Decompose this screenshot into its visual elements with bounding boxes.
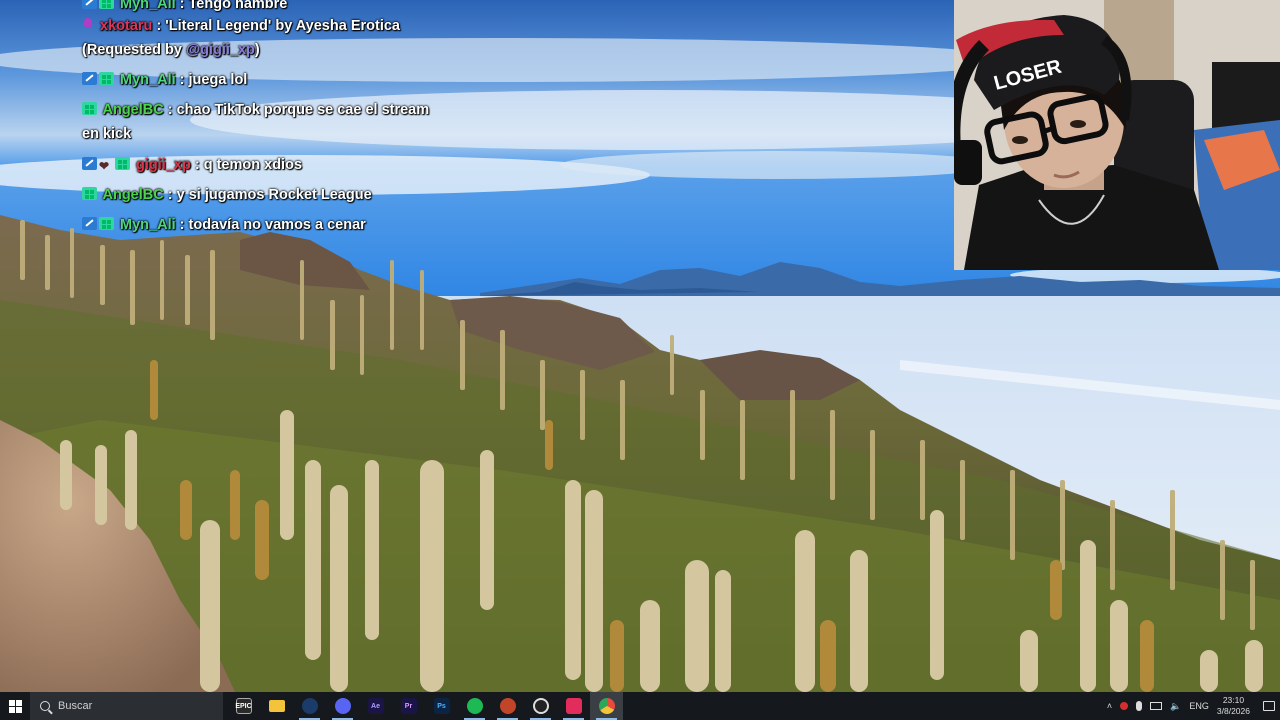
chat-username: AngelBC xyxy=(102,187,164,203)
chat-username: Myn_Ali xyxy=(120,0,176,12)
system-tray: ˄ 🔈 ENG 23:10 3/8/2026 xyxy=(1103,692,1280,720)
subscriber-badge-icon xyxy=(115,157,130,170)
search-placeholder: Buscar xyxy=(58,700,93,712)
after-effects-icon: Ae xyxy=(367,698,384,714)
chat-mention: @gigii_xp xyxy=(185,42,255,58)
show-hidden-icons-chevron-icon[interactable]: ˄ xyxy=(1107,701,1112,711)
epic-games-icon: EPIC xyxy=(235,698,252,714)
chrome-icon xyxy=(598,698,615,714)
windows-taskbar: Buscar EPIC Ae Pr Ps ˄ 🔈 ENG 23:10 3/8/2… xyxy=(0,692,1280,720)
taskbar-search-box[interactable]: Buscar xyxy=(30,692,223,720)
webcam-image: LOSER xyxy=(954,0,1280,270)
chat-text: : juega lol xyxy=(179,72,248,88)
discord-icon xyxy=(334,698,351,714)
obs-icon xyxy=(532,698,549,714)
chat-message: xkotaru : 'Literal Legend' by Ayesha Ero… xyxy=(82,14,462,62)
taskbar-app-spotify[interactable] xyxy=(458,692,491,720)
clock-time: 23:10 xyxy=(1222,695,1245,705)
taskbar-app-file-explorer[interactable] xyxy=(260,692,293,720)
gifter-badge-icon: ❤ xyxy=(99,159,110,173)
recording-indicator-icon[interactable] xyxy=(1120,702,1129,710)
taskbar-app-clipchamp[interactable] xyxy=(491,692,524,720)
photoshop-icon: Ps xyxy=(433,698,450,714)
clock[interactable]: 23:10 3/8/2026 xyxy=(1217,695,1250,717)
microphone-icon[interactable] xyxy=(1136,701,1143,711)
moderator-badge-icon xyxy=(82,157,97,170)
subscriber-badge-icon xyxy=(82,102,97,115)
chat-username: AngelBC xyxy=(102,102,164,118)
subscriber-badge-icon xyxy=(82,187,97,200)
chat-text: : chao TikTok porque se cae el stream xyxy=(167,102,430,118)
song-request-badge-icon xyxy=(82,18,94,31)
moderator-badge-icon xyxy=(82,0,97,9)
chat-text: en kick xyxy=(82,126,132,142)
taskbar-app-epic-games[interactable]: EPIC xyxy=(227,692,260,720)
tiktok-icon xyxy=(565,698,582,714)
chat-message: ❤ gigii_xp : q temon xdios xyxy=(82,153,462,177)
subscriber-badge-icon xyxy=(99,72,114,85)
taskbar-app-obs[interactable] xyxy=(524,692,557,720)
taskbar-app-tiktok[interactable] xyxy=(557,692,590,720)
chat-message: AngelBC : y si jugamos Rocket League xyxy=(82,183,462,207)
clock-date: 3/8/2026 xyxy=(1216,706,1250,716)
chat-message: Myn_Ali : todavía no vamos a cenar xyxy=(82,213,462,237)
volume-icon[interactable]: 🔈 xyxy=(1170,701,1181,712)
chat-text: : 'Literal Legend' by Ayesha Erotica xyxy=(156,18,400,34)
steam-icon xyxy=(301,698,318,714)
notification-center-button[interactable] xyxy=(1258,692,1280,720)
moderator-badge-icon xyxy=(82,217,97,230)
chat-username: Myn_Ali xyxy=(120,217,176,233)
chat-username: Myn_Ali xyxy=(120,72,176,88)
moderator-badge-icon xyxy=(82,72,97,85)
start-button[interactable] xyxy=(0,692,30,720)
chat-message: Myn_Ali : juega lol xyxy=(82,68,462,92)
windows-logo-icon xyxy=(8,699,22,713)
chat-text: : q temon xdios xyxy=(194,157,303,173)
taskbar-app-premiere[interactable]: Pr xyxy=(392,692,425,720)
premiere-icon: Pr xyxy=(400,698,417,714)
clipchamp-icon xyxy=(499,698,516,714)
chat-text: : y si jugamos Rocket League xyxy=(167,187,372,203)
taskbar-app-chrome[interactable] xyxy=(590,692,623,720)
language-indicator[interactable]: ENG xyxy=(1189,701,1209,711)
chat-text: ) xyxy=(254,42,260,58)
chat-message: AngelBC : chao TikTok porque se cae el s… xyxy=(82,98,462,146)
chat-text: : todavía no vamos a cenar xyxy=(179,217,366,233)
chat-text: (Requested by xyxy=(82,42,186,58)
network-icon[interactable] xyxy=(1150,702,1163,710)
file-explorer-icon xyxy=(268,700,285,712)
notification-icon xyxy=(1263,701,1275,711)
taskbar-app-discord[interactable] xyxy=(326,692,359,720)
chat-username: gigii_xp xyxy=(136,157,191,173)
spotify-icon xyxy=(466,698,483,714)
subscriber-badge-icon xyxy=(99,217,114,230)
taskbar-app-photoshop[interactable]: Ps xyxy=(425,692,458,720)
chat-text: : Tengo hambre xyxy=(179,0,288,12)
subscriber-badge-icon xyxy=(99,0,114,9)
chat-username: xkotaru xyxy=(100,18,153,34)
search-icon xyxy=(40,701,50,711)
taskbar-app-steam[interactable] xyxy=(293,692,326,720)
taskbar-app-after-effects[interactable]: Ae xyxy=(359,692,392,720)
webcam-feed: LOSER xyxy=(954,0,1280,270)
